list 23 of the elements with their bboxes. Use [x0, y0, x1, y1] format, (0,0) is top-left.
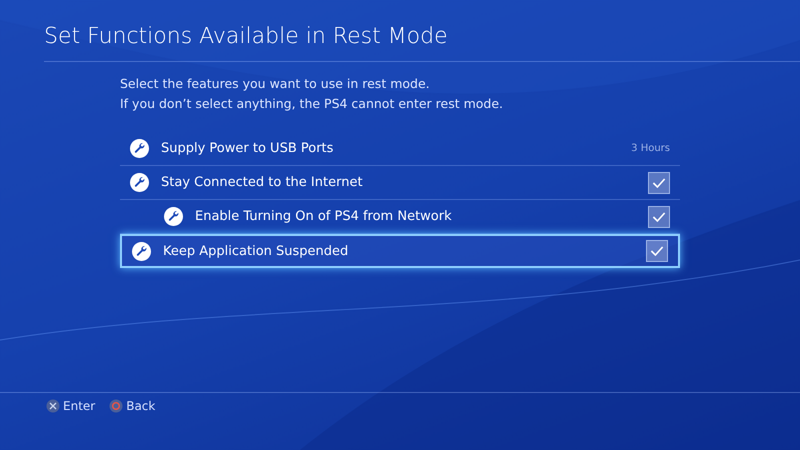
description-text: If you don’t select anything, the PS4 cannot enter rest mode.: [120, 95, 504, 113]
circle-button-icon: [109, 399, 124, 413]
footer-label: Back: [126, 399, 156, 413]
setting-label: Supply Power to USB Ports: [161, 141, 334, 156]
page-title: Set Functions Available in Rest Mode: [44, 24, 800, 62]
setting-label: Enable Turning On of PS4 from Network: [195, 209, 453, 224]
checkbox[interactable]: [648, 206, 670, 228]
checkbox[interactable]: [648, 172, 670, 194]
checkbox[interactable]: [646, 240, 668, 262]
setting-label: Stay Connected to the Internet: [161, 175, 364, 190]
wrench-icon: [130, 173, 149, 192]
description-text: Select the features you want to use in rest mode.: [120, 75, 431, 93]
setting-row[interactable]: Enable Turning On of PS4 from Network: [120, 200, 680, 234]
setting-row[interactable]: Keep Application Suspended: [120, 234, 680, 268]
wrench-icon: [130, 139, 149, 158]
setting-row[interactable]: Supply Power to USB Ports 3 Hours: [120, 132, 680, 166]
setting-value: 3 Hours: [631, 143, 670, 154]
cross-button-icon: [46, 399, 60, 413]
setting-label: Keep Application Suspended: [163, 244, 350, 258]
footer-label: Enter: [63, 399, 96, 413]
wrench-icon: [132, 242, 151, 260]
setting-row[interactable]: Stay Connected to the Internet: [120, 166, 680, 200]
wrench-icon: [164, 207, 183, 226]
